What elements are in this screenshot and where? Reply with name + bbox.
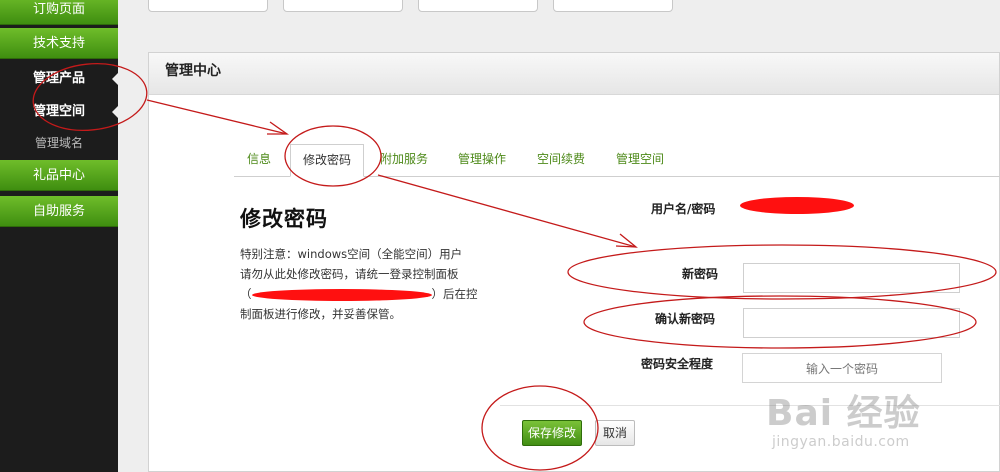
- tab-space-renewal[interactable]: 空间续费: [537, 150, 585, 167]
- tab-info[interactable]: 信息: [247, 150, 271, 167]
- baidu-jingyan-watermark: Bai 经验 jingyan.baidu.com: [758, 384, 994, 464]
- sidebar-item-order[interactable]: 订购页面: [0, 0, 118, 25]
- notice-line: 请勿从此处修改密码，请统一登录控制面板: [240, 267, 459, 281]
- notice-line: 制面板进行修改，并妥善保管。: [240, 307, 401, 321]
- username-redaction: [740, 197, 854, 214]
- section-title: 修改密码: [240, 207, 328, 231]
- panel-header: 管理中心: [149, 53, 999, 95]
- sidebar-item-label: 管理空间: [32, 104, 85, 119]
- sidebar-item-label: 技术支持: [32, 36, 85, 51]
- notice-line-prefix: （: [240, 287, 252, 301]
- sidebar-item-support[interactable]: 技术支持: [0, 28, 118, 59]
- watermark-sub-text: jingyan.baidu.com: [772, 434, 910, 450]
- sidebar-item-gift-center[interactable]: 礼品中心: [0, 160, 118, 191]
- top-tab-stub-3[interactable]: [418, 0, 538, 12]
- tab-addon-services[interactable]: 附加服务: [380, 150, 428, 167]
- sidebar-item-manage-space[interactable]: 管理空间: [0, 96, 118, 128]
- username-label: 用户名/密码: [651, 202, 716, 216]
- confirm-password-input[interactable]: [743, 308, 960, 338]
- active-arrow-icon: [112, 73, 118, 85]
- tab-change-password[interactable]: 修改密码: [290, 144, 364, 177]
- sidebar-item-label: 自助服务: [32, 204, 85, 219]
- sidebar-item-label: 管理域名: [34, 136, 83, 150]
- redaction-mark: [251, 288, 432, 301]
- top-tab-stub-1[interactable]: [148, 0, 268, 12]
- notice-line-suffix: ）后在控: [431, 287, 478, 301]
- sidebar-item-label: 管理产品: [32, 71, 85, 86]
- tab-manage-space[interactable]: 管理空间: [616, 150, 664, 167]
- confirm-password-label: 确认新密码: [655, 312, 716, 326]
- active-arrow-icon: [112, 106, 118, 118]
- notice-line: 特别注意：windows空间（全能空间）用户: [240, 247, 463, 261]
- tab-manage-operations[interactable]: 管理操作: [458, 150, 506, 167]
- sidebar-item-manage-products[interactable]: 管理产品: [0, 63, 118, 95]
- save-button[interactable]: 保存修改: [522, 420, 582, 446]
- notice-text: 特别注意：windows空间（全能空间）用户 请勿从此处修改密码，请统一登录控制…: [240, 244, 492, 324]
- cancel-button[interactable]: 取消: [595, 420, 635, 446]
- sidebar-item-manage-domain[interactable]: 管理域名: [0, 131, 118, 155]
- sidebar: 订购页面 技术支持 管理产品 管理空间 管理域名 礼品中心 自助服务: [0, 0, 118, 472]
- new-password-label: 新密码: [682, 267, 719, 281]
- watermark-main-text: Bai 经验: [766, 393, 921, 434]
- sidebar-item-label: 订购页面: [32, 2, 85, 17]
- notice-line: （ ）后在控: [240, 284, 492, 304]
- password-strength-meter: 输入一个密码: [742, 353, 942, 383]
- sidebar-item-label: 礼品中心: [32, 168, 85, 183]
- top-tab-stub-2[interactable]: [283, 0, 403, 12]
- password-strength-label: 密码安全程度: [641, 357, 714, 371]
- sidebar-item-self-service[interactable]: 自助服务: [0, 196, 118, 227]
- new-password-input[interactable]: [743, 263, 960, 293]
- panel-title: 管理中心: [165, 63, 221, 79]
- top-tab-stub-4[interactable]: [553, 0, 673, 12]
